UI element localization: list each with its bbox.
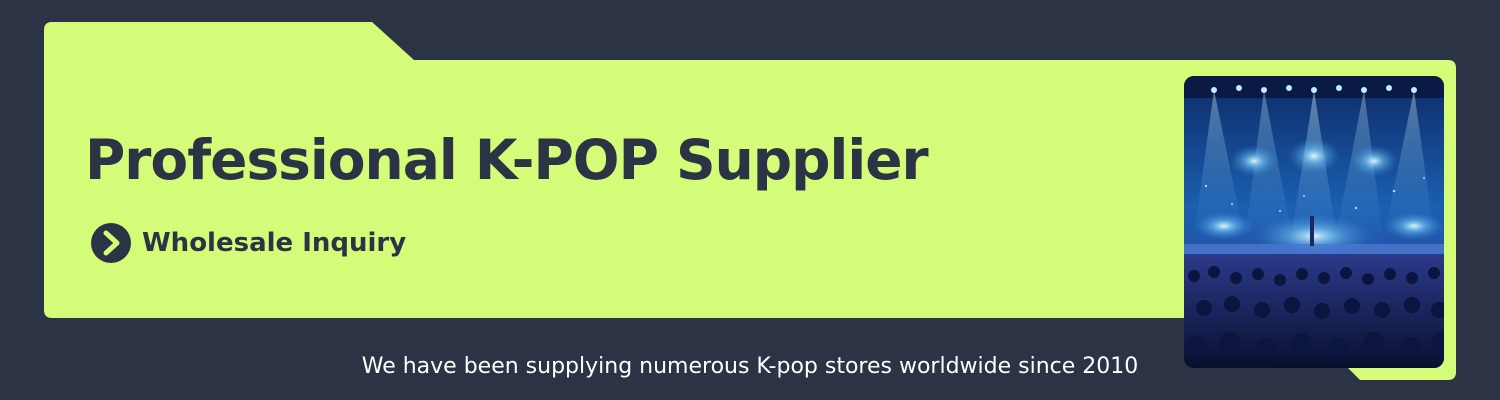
chevron-right-circle-icon	[91, 223, 131, 263]
wholesale-inquiry-label: Wholesale Inquiry	[142, 228, 407, 258]
concert-stage-image	[1184, 76, 1444, 368]
wholesale-inquiry-button[interactable]: Wholesale Inquiry	[90, 222, 406, 264]
page-title: Professional K-POP Supplier	[85, 128, 929, 192]
tagline-text: We have been supplying numerous K-pop st…	[361, 354, 1139, 379]
